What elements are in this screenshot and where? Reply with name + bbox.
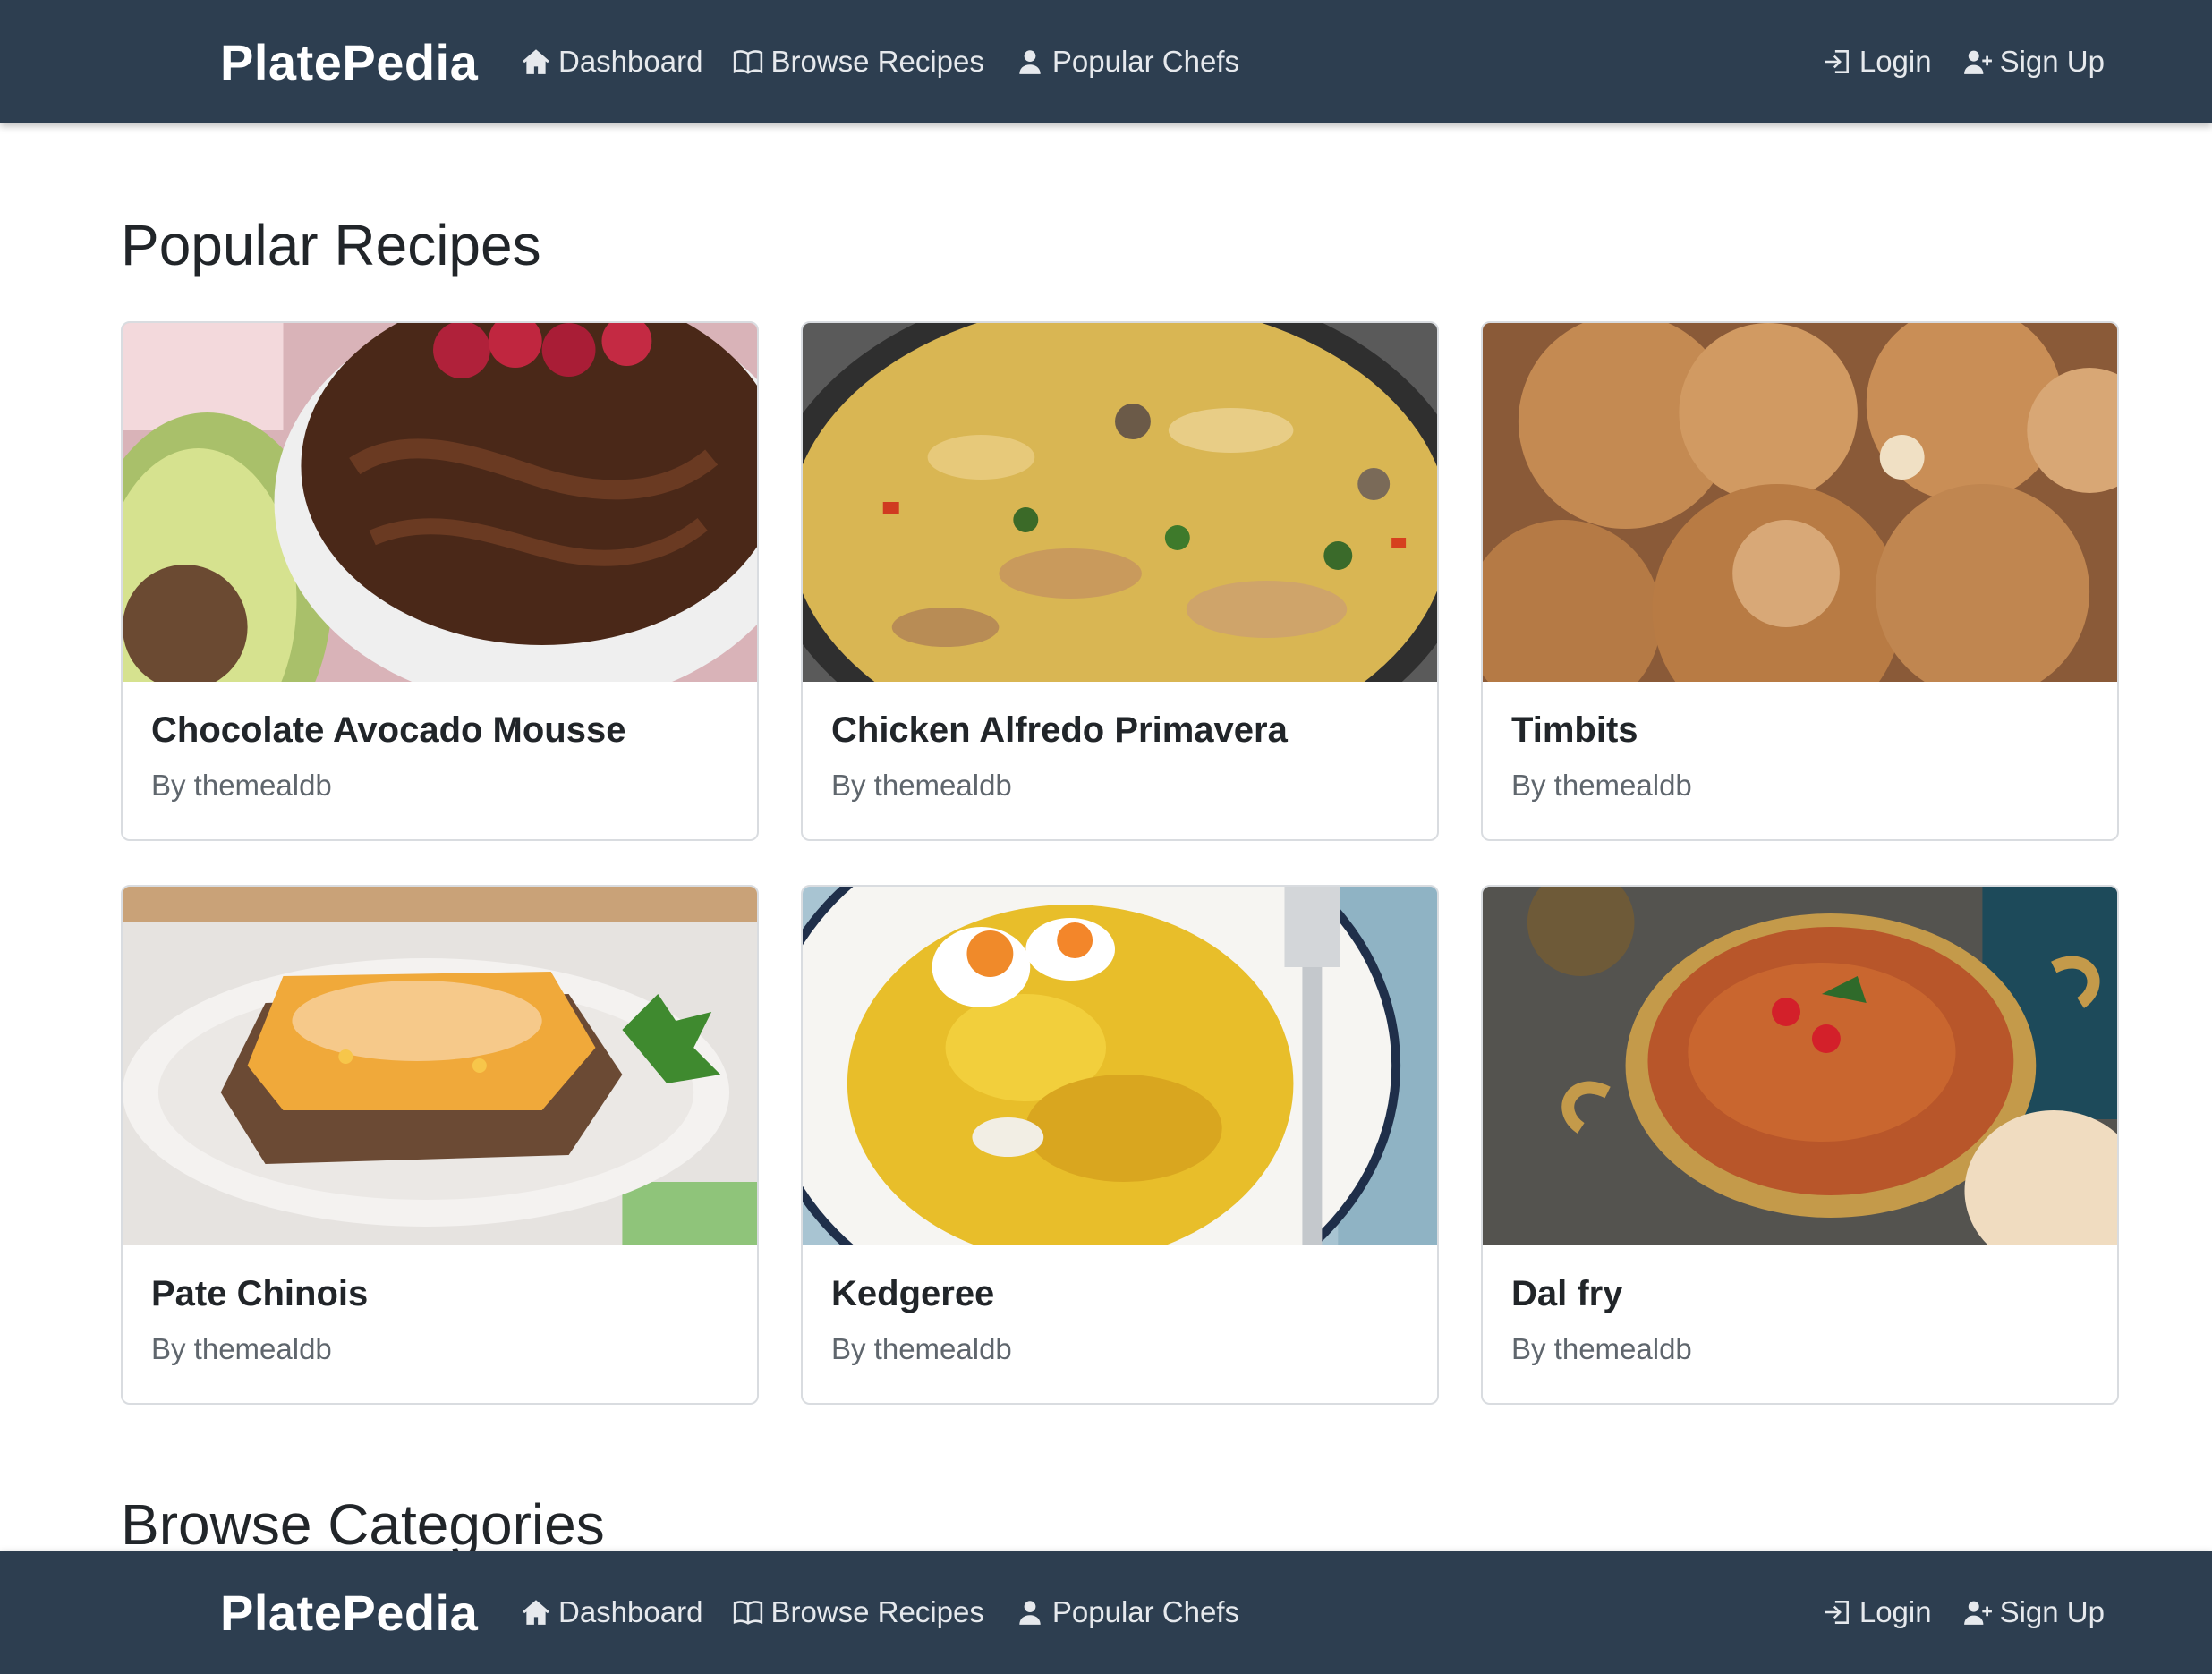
recipe-card[interactable]: Chicken Alfredo Primavera By themealdb — [801, 321, 1439, 841]
recipe-title[interactable]: Kedgeree — [831, 1270, 1408, 1317]
footer-signup-label: Sign Up — [1999, 1595, 2105, 1628]
footer-login-link[interactable]: Login — [1822, 1592, 1932, 1633]
nav-dashboard-label: Dashboard — [558, 45, 703, 78]
person-add-icon — [1962, 1597, 1993, 1627]
login-link[interactable]: Login — [1822, 41, 1932, 82]
recipe-card[interactable]: Kedgeree By themealdb — [801, 885, 1439, 1405]
login-icon — [1822, 1597, 1852, 1627]
nav-browse-recipes-link[interactable]: Browse Recipes — [733, 41, 984, 82]
top-navbar: PlatePedia Dashboard Browse Recipes Popu… — [0, 0, 2212, 123]
recipe-image[interactable] — [1483, 887, 2117, 1245]
person-icon — [1015, 47, 1045, 77]
recipe-title[interactable]: Chocolate Avocado Mousse — [151, 707, 728, 753]
footer-nav-auth: Login Sign Up — [1822, 1592, 2105, 1633]
recipe-author: By themealdb — [151, 769, 332, 802]
recipe-author: By themealdb — [831, 1332, 1012, 1365]
nav-dashboard-link[interactable]: Dashboard — [521, 41, 702, 82]
footer-navbar: PlatePedia Dashboard Browse Recipes Popu… — [0, 1551, 2212, 1674]
recipe-image[interactable] — [123, 323, 757, 682]
recipe-image[interactable] — [1483, 323, 2117, 682]
footer-dashboard-link[interactable]: Dashboard — [521, 1592, 702, 1633]
browse-categories-heading: Browse Categories — [121, 1492, 605, 1557]
recipe-title[interactable]: Chicken Alfredo Primavera — [831, 707, 1408, 753]
recipe-card[interactable]: Timbits By themealdb — [1481, 321, 2119, 841]
nav-auth: Login Sign Up — [1822, 41, 2105, 82]
recipe-author: By themealdb — [1511, 769, 1692, 802]
recipe-grid: Chocolate Avocado Mousse By themealdb Ch… — [121, 321, 2119, 1405]
footer-nav-links: Dashboard Browse Recipes Popular Chefs — [521, 1592, 1270, 1633]
person-add-icon — [1962, 47, 1993, 77]
book-icon — [733, 47, 763, 77]
nav-browse-recipes-label: Browse Recipes — [770, 45, 984, 78]
brand-logo[interactable]: PlatePedia — [220, 32, 478, 93]
footer-brand-logo[interactable]: PlatePedia — [220, 1583, 478, 1644]
book-icon — [733, 1597, 763, 1627]
recipe-card[interactable]: Dal fry By themealdb — [1481, 885, 2119, 1405]
footer-browse-recipes-link[interactable]: Browse Recipes — [733, 1592, 984, 1633]
footer-login-label: Login — [1859, 1595, 1932, 1628]
home-icon — [521, 47, 551, 77]
recipe-title[interactable]: Dal fry — [1511, 1270, 2089, 1317]
home-icon — [521, 1597, 551, 1627]
login-icon — [1822, 47, 1852, 77]
recipe-title[interactable]: Timbits — [1511, 707, 2089, 753]
footer-signup-link[interactable]: Sign Up — [1962, 1592, 2105, 1633]
recipe-card[interactable]: Chocolate Avocado Mousse By themealdb — [121, 321, 759, 841]
footer-dashboard-label: Dashboard — [558, 1595, 703, 1628]
nav-popular-chefs-link[interactable]: Popular Chefs — [1015, 41, 1239, 82]
recipe-author: By themealdb — [1511, 1332, 1692, 1365]
recipe-author: By themealdb — [151, 1332, 332, 1365]
nav-links: Dashboard Browse Recipes Popular Chefs — [521, 41, 1270, 82]
login-label: Login — [1859, 45, 1932, 78]
recipe-image[interactable] — [123, 887, 757, 1245]
recipe-title[interactable]: Pate Chinois — [151, 1270, 728, 1317]
footer-popular-chefs-label: Popular Chefs — [1051, 1595, 1240, 1628]
recipe-image[interactable] — [803, 323, 1437, 682]
person-icon — [1015, 1597, 1045, 1627]
recipe-author: By themealdb — [831, 769, 1012, 802]
popular-recipes-heading: Popular Recipes — [121, 213, 541, 277]
footer-browse-recipes-label: Browse Recipes — [770, 1595, 984, 1628]
signup-label: Sign Up — [1999, 45, 2105, 78]
footer-popular-chefs-link[interactable]: Popular Chefs — [1015, 1592, 1239, 1633]
recipe-image[interactable] — [803, 887, 1437, 1245]
nav-popular-chefs-label: Popular Chefs — [1051, 45, 1240, 78]
recipe-card[interactable]: Pate Chinois By themealdb — [121, 885, 759, 1405]
signup-link[interactable]: Sign Up — [1962, 41, 2105, 82]
